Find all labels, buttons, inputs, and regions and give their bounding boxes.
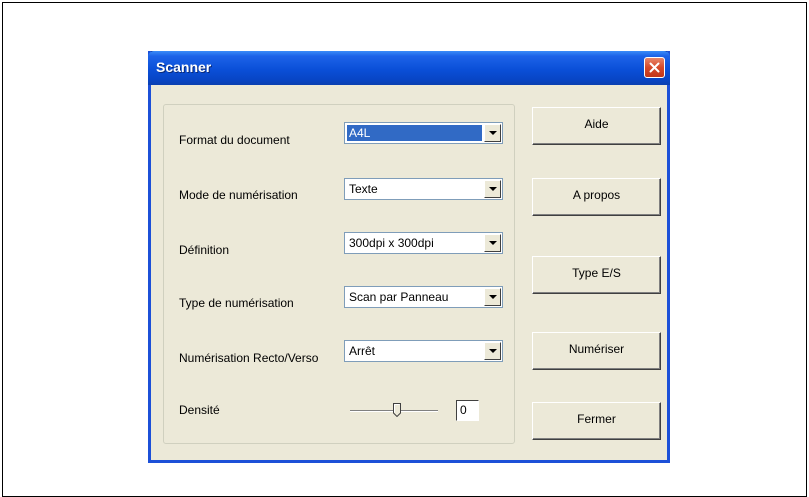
resolution-select[interactable]: 300dpi x 300dpi	[344, 232, 503, 254]
format-value: A4L	[347, 125, 482, 141]
close-icon	[649, 62, 660, 73]
duplex-select[interactable]: Arrêt	[344, 340, 503, 362]
about-button[interactable]: A propos	[532, 178, 661, 216]
scan-type-dropdown-button[interactable]	[484, 288, 501, 306]
scan-mode-label: Mode de numérisation	[179, 188, 298, 202]
settings-group	[163, 104, 515, 444]
scan-mode-value: Texte	[349, 182, 378, 196]
duplex-dropdown-button[interactable]	[484, 342, 501, 360]
scan-type-value: Scan par Panneau	[349, 290, 449, 304]
title-bar[interactable]: Scanner	[148, 51, 670, 85]
chevron-down-icon	[488, 187, 497, 191]
chevron-down-icon	[488, 349, 497, 353]
scan-button[interactable]: Numériser	[532, 332, 661, 370]
scan-mode-dropdown-button[interactable]	[484, 180, 501, 198]
duplex-label: Numérisation Recto/Verso	[179, 351, 319, 365]
resolution-dropdown-button[interactable]	[484, 234, 501, 252]
resolution-label: Définition	[179, 243, 230, 257]
help-button[interactable]: Aide	[532, 107, 661, 145]
chevron-down-icon	[488, 295, 497, 299]
chevron-down-icon	[488, 241, 497, 245]
close-window-button[interactable]	[644, 57, 665, 78]
chevron-down-icon	[488, 131, 497, 135]
format-label: Format du document	[179, 133, 290, 147]
scan-type-select[interactable]: Scan par Panneau	[344, 286, 503, 308]
density-slider-thumb[interactable]	[393, 403, 401, 417]
density-label: Densité	[179, 403, 220, 417]
close-button[interactable]: Fermer	[532, 402, 661, 440]
scan-mode-select[interactable]: Texte	[344, 178, 503, 200]
duplex-value: Arrêt	[349, 344, 376, 358]
io-type-button[interactable]: Type E/S	[532, 256, 661, 294]
window-title: Scanner	[156, 59, 212, 75]
format-select[interactable]: A4L	[344, 122, 503, 144]
format-dropdown-button[interactable]	[484, 124, 501, 142]
density-value-field[interactable]: 0	[456, 400, 479, 421]
resolution-value: 300dpi x 300dpi	[349, 236, 434, 250]
scan-type-label: Type de numérisation	[179, 296, 294, 310]
